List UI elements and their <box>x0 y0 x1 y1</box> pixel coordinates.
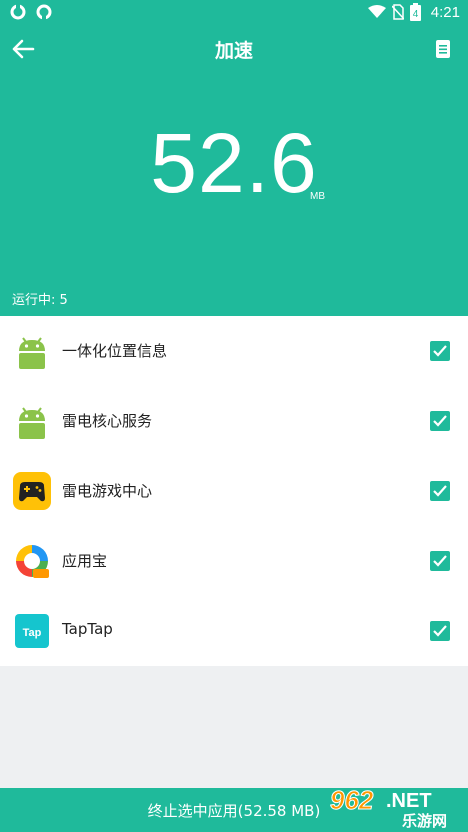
svg-text:962: 962 <box>330 785 374 815</box>
checkmark-icon <box>433 555 447 567</box>
app-checkbox[interactable] <box>430 481 450 501</box>
status-bar: 4 4:21 <box>0 0 468 26</box>
taptap-icon: Tap <box>15 614 49 648</box>
app-bar: 加速 <box>0 26 468 72</box>
app-name: 应用宝 <box>62 552 108 570</box>
running-count: 运行中: 5 <box>12 293 68 308</box>
watermark-logo: 962 .NET 乐游网 <box>330 785 448 830</box>
list-item[interactable]: 一体化位置信息 <box>0 316 468 386</box>
battery-icon: 4 <box>409 3 421 21</box>
memory-unit: MB <box>310 191 325 202</box>
checkmark-icon <box>433 415 447 427</box>
no-sim-icon <box>391 4 404 20</box>
app-checkbox[interactable] <box>430 551 450 571</box>
clock: 4:21 <box>430 3 460 21</box>
page-title: 加速 <box>214 40 253 62</box>
gamepad-icon <box>13 472 51 510</box>
svg-text:.NET: .NET <box>386 790 432 812</box>
document-button[interactable] <box>430 36 456 62</box>
memory-value: 52.6 <box>150 116 318 210</box>
document-icon <box>436 40 450 58</box>
checkmark-icon <box>433 345 447 357</box>
yingyongbao-icon <box>16 545 49 578</box>
svg-text:Tap: Tap <box>23 627 42 639</box>
list-item[interactable]: 雷电游戏中心 <box>0 456 468 526</box>
list-item[interactable]: Tap TapTap <box>0 596 468 666</box>
checkmark-icon <box>433 485 447 497</box>
list-item[interactable]: 雷电核心服务 <box>0 386 468 456</box>
svg-text:4: 4 <box>413 9 419 20</box>
app-name: 雷电游戏中心 <box>62 482 153 500</box>
android-icon <box>19 337 45 369</box>
app-checkbox[interactable] <box>430 621 450 641</box>
app-name: 雷电核心服务 <box>62 412 153 430</box>
android-icon <box>19 407 45 439</box>
app-checkbox[interactable] <box>430 411 450 431</box>
wifi-icon <box>367 5 386 18</box>
sync-icon <box>36 4 52 20</box>
app-name: TapTap <box>62 620 113 638</box>
app-checkbox[interactable] <box>430 341 450 361</box>
list-item[interactable]: 应用宝 <box>0 526 468 596</box>
app-list: 一体化位置信息 雷电核心服务 雷电游戏中心 应用宝 Tap TapTap <box>0 316 468 666</box>
svg-text:乐游网: 乐游网 <box>402 812 447 829</box>
app-name: 一体化位置信息 <box>62 342 168 360</box>
header-panel: 4 4:21 加速 52.6 MB 运行中: 5 <box>0 0 468 316</box>
checkmark-icon <box>433 625 447 637</box>
sync-icon <box>10 4 26 20</box>
